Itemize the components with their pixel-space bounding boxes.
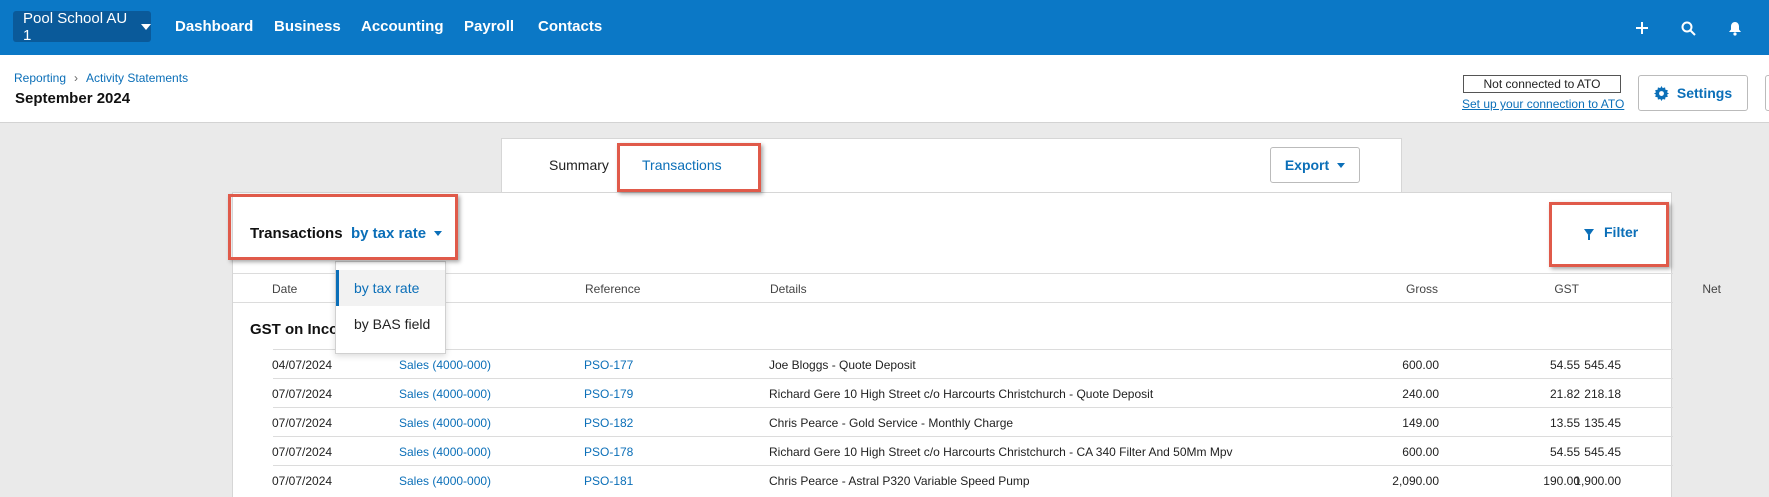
breadcrumb: Reporting › Activity Statements <box>14 71 188 85</box>
column-net[interactable]: Net <box>1621 282 1721 296</box>
table-row[interactable]: 07/07/2024 Sales (4000-000) PSO-179 Rich… <box>272 378 1673 407</box>
nav-accounting[interactable]: Accounting <box>361 18 444 35</box>
row-reference[interactable]: PSO-177 <box>584 358 633 372</box>
view-dropdown-menu: by tax rate by BAS field <box>335 261 446 354</box>
filter-button[interactable]: Filter <box>1584 224 1638 240</box>
row-date: 07/07/2024 <box>272 445 333 459</box>
nav-business[interactable]: Business <box>274 18 341 35</box>
column-gross[interactable]: Gross <box>1338 282 1438 296</box>
export-label: Export <box>1284 157 1330 173</box>
panel-title: Transactions <box>250 225 343 242</box>
export-button[interactable]: Export <box>1270 147 1360 183</box>
row-net: 135.45 <box>1584 416 1621 430</box>
breadcrumb-reporting[interactable]: Reporting <box>14 71 66 85</box>
column-gst[interactable]: GST <box>1479 282 1579 296</box>
menu-item-by-bas-field[interactable]: by BAS field <box>336 306 445 342</box>
chevron-down-icon <box>1337 162 1346 168</box>
column-reference[interactable]: Reference <box>585 282 640 296</box>
nav-contacts[interactable]: Contacts <box>538 18 602 35</box>
more-button[interactable] <box>1765 75 1769 111</box>
table-header: Date Reference Details Gross GST Net <box>233 273 1721 303</box>
chevron-down-icon <box>434 231 443 236</box>
org-switcher[interactable]: Pool School AU 1 <box>13 9 151 44</box>
chevron-right-icon: › <box>74 71 79 85</box>
settings-button[interactable]: Settings <box>1638 75 1748 111</box>
row-reference[interactable]: PSO-182 <box>584 416 633 430</box>
row-gross: 600.00 <box>1402 445 1439 459</box>
row-net: 545.45 <box>1584 358 1621 372</box>
row-account[interactable]: Sales (4000-000) <box>399 445 491 459</box>
row-details: Chris Pearce - Gold Service - Monthly Ch… <box>769 416 1014 430</box>
tab-transactions[interactable]: Transactions <box>642 157 722 173</box>
menu-item-by-tax-rate[interactable]: by tax rate <box>336 270 445 306</box>
plus-icon[interactable] <box>1632 18 1652 38</box>
row-reference[interactable]: PSO-178 <box>584 445 633 459</box>
row-account[interactable]: Sales (4000-000) <box>399 387 491 401</box>
row-details: Chris Pearce - Astral P320 Variable Spee… <box>769 474 1030 488</box>
table-row[interactable]: 07/07/2024 Sales (4000-000) PSO-181 Chri… <box>272 465 1673 494</box>
row-date: 04/07/2024 <box>272 358 333 372</box>
row-gross: 240.00 <box>1402 387 1439 401</box>
ato-status-badge: Not connected to ATO <box>1463 75 1621 93</box>
row-date: 07/07/2024 <box>272 416 333 430</box>
chevron-down-icon <box>141 23 151 30</box>
table-row[interactable]: 04/07/2024 Sales (4000-000) PSO-177 Joe … <box>272 349 1673 378</box>
statement-tabs: Summary Transactions Export <box>501 138 1402 192</box>
ato-setup-link[interactable]: Set up your connection to ATO <box>1462 97 1624 111</box>
row-details: Joe Bloggs - Quote Deposit <box>769 358 916 372</box>
view-selector[interactable]: by tax rate <box>351 225 443 242</box>
row-account[interactable]: Sales (4000-000) <box>399 358 491 372</box>
row-net: 218.18 <box>1584 387 1621 401</box>
row-gross: 149.00 <box>1402 416 1439 430</box>
row-date: 07/07/2024 <box>272 387 333 401</box>
row-net: 1,900.00 <box>1574 474 1621 488</box>
row-reference[interactable]: PSO-181 <box>584 474 633 488</box>
bell-icon[interactable] <box>1725 18 1745 38</box>
filter-label: Filter <box>1604 224 1639 240</box>
row-details: Richard Gere 10 High Street c/o Harcourt… <box>769 387 1154 401</box>
row-details: Richard Gere 10 High Street c/o Harcourt… <box>769 445 1233 459</box>
page-header: Reporting › Activity Statements September … <box>0 55 1769 123</box>
nav-payroll[interactable]: Payroll <box>464 18 514 35</box>
column-date[interactable]: Date <box>272 282 297 296</box>
gear-icon <box>1653 85 1669 101</box>
breadcrumb-activity-statements[interactable]: Activity Statements <box>86 71 188 85</box>
filter-icon <box>1584 228 1594 240</box>
group-heading: GST on Inco <box>250 321 339 338</box>
tab-summary[interactable]: Summary <box>549 157 609 173</box>
row-reference[interactable]: PSO-179 <box>584 387 633 401</box>
row-account[interactable]: Sales (4000-000) <box>399 474 491 488</box>
row-gross: 2,090.00 <box>1392 474 1439 488</box>
nav-dashboard[interactable]: Dashboard <box>175 18 253 35</box>
search-icon[interactable] <box>1678 18 1698 38</box>
row-net: 545.45 <box>1584 445 1621 459</box>
view-selector-label: by tax rate <box>351 225 427 242</box>
column-details[interactable]: Details <box>770 282 807 296</box>
table-row[interactable]: 07/07/2024 Sales (4000-000) PSO-178 Rich… <box>272 436 1673 465</box>
row-gross: 600.00 <box>1402 358 1439 372</box>
page-title: September 2024 <box>15 90 131 107</box>
settings-label: Settings <box>1676 85 1733 101</box>
row-account[interactable]: Sales (4000-000) <box>399 416 491 430</box>
transactions-panel: Transactions by tax rate Filter Date Ref… <box>232 192 1721 497</box>
table-row[interactable]: 07/07/2024 Sales (4000-000) PSO-182 Chri… <box>272 407 1673 436</box>
org-name: Pool School AU 1 <box>23 9 128 44</box>
top-nav: Pool School AU 1 Dashboard Business Acco… <box>0 0 1769 55</box>
row-date: 07/07/2024 <box>272 474 333 488</box>
